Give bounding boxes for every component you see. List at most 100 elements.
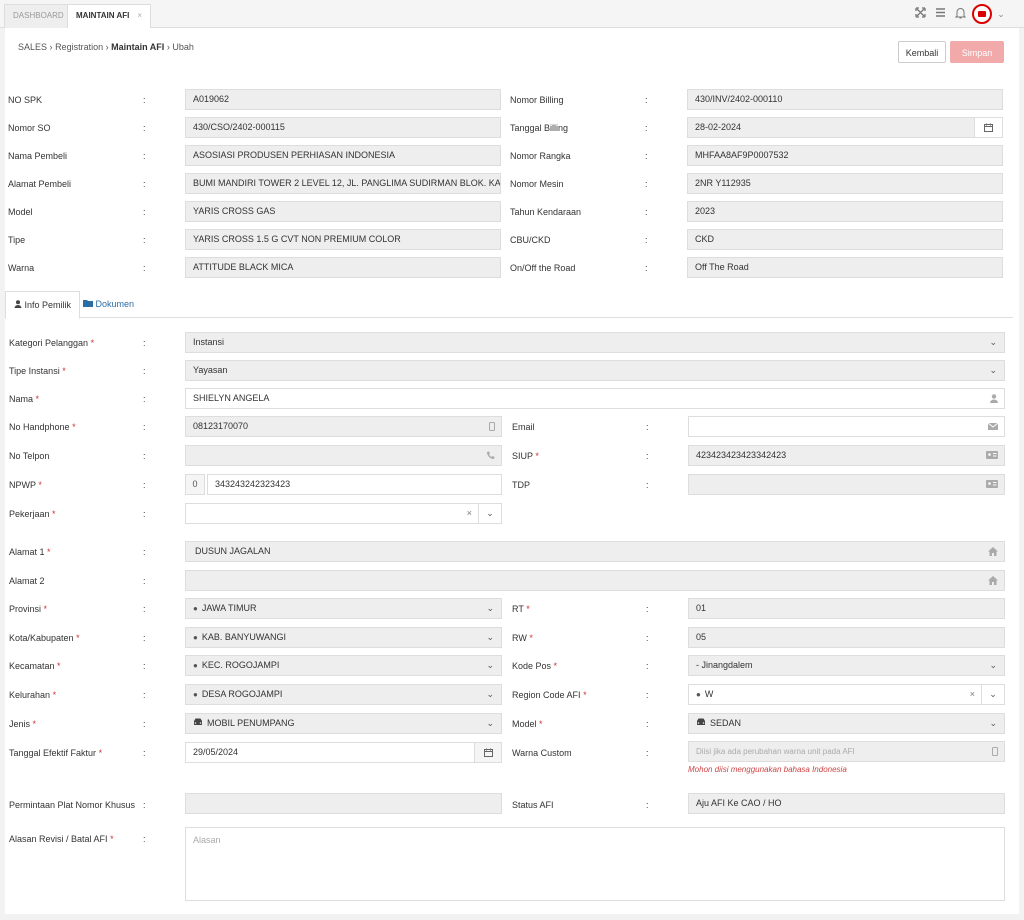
rw-input[interactable]: 05 <box>688 627 1005 648</box>
region-dropdown-toggle[interactable]: ⌄ <box>981 684 1005 705</box>
colon: : <box>646 661 649 671</box>
colon: : <box>143 422 146 432</box>
colon: : <box>143 800 146 810</box>
pekerjaan-dropdown-toggle[interactable]: ⌄ <box>478 503 502 524</box>
breadcrumb-separator: › <box>49 42 53 52</box>
label-region-code: Region Code AFI * <box>512 690 587 700</box>
colon: : <box>143 123 146 133</box>
label-status-afi: Status AFI <box>512 800 554 810</box>
back-button[interactable]: Kembali <box>898 41 946 63</box>
chevron-down-icon[interactable]: ⌄ <box>994 7 1008 21</box>
avatar[interactable] <box>972 4 992 24</box>
colon: : <box>143 690 146 700</box>
siup-input[interactable]: 423423423423342423 <box>688 445 1005 466</box>
tab-info-pemilik[interactable]: Info Pemilik <box>5 291 81 319</box>
kelurahan-select[interactable]: ● DESA ROGOJAMPI ⌄ <box>185 684 502 705</box>
nomor-mesin-field: 2NR Y112935 <box>687 173 1003 194</box>
clear-icon[interactable]: × <box>970 685 975 704</box>
colon: : <box>143 263 146 273</box>
chevron-down-icon: ⌄ <box>486 632 494 642</box>
colon: : <box>143 509 146 519</box>
label-kecamatan: Kecamatan * <box>9 661 61 671</box>
alasan-textarea[interactable] <box>185 827 1005 901</box>
breadcrumb-sales[interactable]: SALES <box>18 42 47 52</box>
label-text: NPWP <box>9 480 36 490</box>
label-nama-pembeli: Nama Pembeli <box>8 151 68 161</box>
warna-custom-input[interactable]: Diisi jika ada perubahan warna unit pada… <box>688 741 1005 762</box>
kategori-pelanggan-select[interactable]: Instansi ⌄ <box>185 332 1005 353</box>
close-icon[interactable]: × <box>137 11 142 20</box>
colon: : <box>646 633 649 643</box>
tab-maintain-afi[interactable]: MAINTAIN AFI × <box>67 4 151 28</box>
alamat-2-input[interactable] <box>185 570 1005 591</box>
label-plat-khusus: Permintaan Plat Nomor Khusus <box>9 800 136 810</box>
provinsi-select[interactable]: ● JAWA TIMUR ⌄ <box>185 598 502 619</box>
no-telpon-input[interactable] <box>185 445 502 466</box>
folder-icon <box>83 299 93 309</box>
alamat-1-input[interactable]: DUSUN JAGALAN <box>185 541 1005 562</box>
colon: : <box>143 451 146 461</box>
label-no-telpon: No Telpon <box>9 451 50 461</box>
tab-dashboard-label: DASHBOARD <box>13 11 64 20</box>
mobile-icon <box>992 742 998 761</box>
chevron-down-icon: ⌄ <box>486 718 494 728</box>
nama-input[interactable]: SHIELYN ANGELA <box>185 388 1005 409</box>
kecamatan-select[interactable]: ● KEC. ROGOJAMPI ⌄ <box>185 655 502 676</box>
save-button[interactable]: Simpan <box>950 41 1004 63</box>
no-spk-field: A019062 <box>185 89 501 110</box>
expand-icon[interactable] <box>913 7 927 21</box>
jenis-value: MOBIL PENUMPANG <box>207 718 295 728</box>
breadcrumb-registration[interactable]: Registration <box>55 42 103 52</box>
label-nomor-billing: Nomor Billing <box>510 95 564 105</box>
mobile-icon <box>489 417 495 436</box>
pekerjaan-select[interactable]: × <box>185 503 479 524</box>
region-code-select[interactable]: ● W × <box>688 684 982 705</box>
tipe-instansi-select[interactable]: Yayasan ⌄ <box>185 360 1005 381</box>
label-jenis: Jenis * <box>9 719 37 729</box>
nomor-rangka-field: MHFAA8AF9P0007532 <box>687 145 1003 166</box>
tab-dokumen[interactable]: Dokumen <box>75 291 142 319</box>
tdp-input[interactable] <box>688 474 1005 495</box>
tab-dashboard[interactable]: DASHBOARD <box>4 4 73 28</box>
jenis-select[interactable]: MOBIL PENUMPANG ⌄ <box>185 713 502 734</box>
label-nama: Nama * <box>9 394 40 404</box>
breadcrumb-maintain-afi[interactable]: Maintain AFI <box>111 42 164 52</box>
label-text: SIUP <box>512 451 533 461</box>
colon: : <box>645 95 648 105</box>
user-icon <box>14 300 22 310</box>
kecamatan-value: KEC. ROGOJAMPI <box>201 660 280 670</box>
home-icon <box>988 571 998 590</box>
rt-input[interactable]: 01 <box>688 598 1005 619</box>
kode-pos-select[interactable]: - Jinangdalem ⌄ <box>688 655 1005 676</box>
bell-icon[interactable] <box>953 7 967 21</box>
plat-khusus-input[interactable] <box>185 793 502 814</box>
clear-icon[interactable]: × <box>467 504 472 523</box>
label-provinsi: Provinsi * <box>9 604 48 614</box>
npwp-input[interactable]: 343243242323423 <box>207 474 502 495</box>
siup-value: 423423423423342423 <box>696 450 787 460</box>
model-select[interactable]: SEDAN ⌄ <box>688 713 1005 734</box>
kota-select[interactable]: ● KAB. BANYUWANGI ⌄ <box>185 627 502 648</box>
label-text: Jenis <box>9 719 31 729</box>
nomor-so-field: 430/CSO/2402-000115 <box>185 117 501 138</box>
label-tipe: Tipe <box>8 235 26 245</box>
colon: : <box>143 480 146 490</box>
label-text: RW <box>512 633 527 643</box>
tanggal-faktur-input[interactable]: 29/05/2024 <box>185 742 475 763</box>
label-text: Nama <box>9 394 34 404</box>
no-handphone-input[interactable]: 08123170070 <box>185 416 502 437</box>
chevron-down-icon: ⌄ <box>989 365 997 375</box>
kategori-pelanggan-value: Instansi <box>193 337 225 347</box>
colon: : <box>143 151 146 161</box>
envelope-icon <box>987 417 999 436</box>
email-input[interactable] <box>688 416 1005 437</box>
calendar-icon[interactable] <box>974 117 1003 138</box>
label-tanggal-faktur: Tanggal Efektif Faktur * <box>9 748 103 758</box>
calendar-icon[interactable] <box>474 742 502 763</box>
kode-pos-value: - Jinangdalem <box>696 660 753 670</box>
alamat-1-value: DUSUN JAGALAN <box>195 546 271 556</box>
no-handphone-value: 08123170070 <box>193 421 249 431</box>
menu-icon[interactable] <box>933 7 947 21</box>
colon: : <box>646 800 649 810</box>
colon: : <box>646 690 649 700</box>
